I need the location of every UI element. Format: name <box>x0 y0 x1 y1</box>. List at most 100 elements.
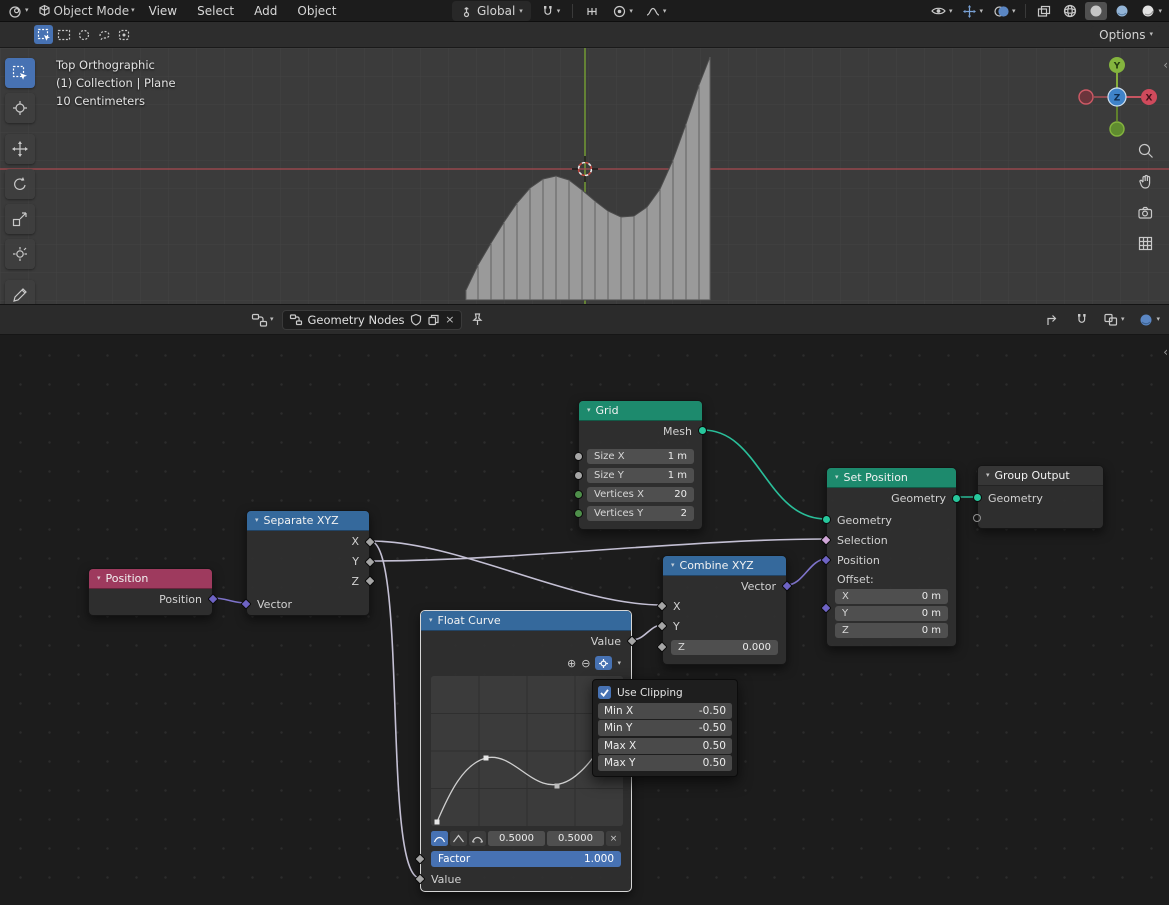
tool-scale[interactable] <box>5 204 35 234</box>
node-editor-canvas[interactable]: ▾ Position Position ▾ Separate XYZ X Y Z… <box>0 335 1169 905</box>
socket-geometry-in[interactable] <box>822 515 831 524</box>
node-grid-header[interactable]: ▾ Grid <box>579 401 702 421</box>
node-combine-header[interactable]: ▾ Combine XYZ <box>663 556 786 576</box>
delete-point-button[interactable]: × <box>606 831 621 846</box>
node-overlays-dropdown[interactable]: ▾ <box>1100 311 1128 328</box>
node-float-curve-header[interactable]: ▾ Float Curve <box>421 611 631 631</box>
handle-vector-button[interactable] <box>450 831 467 846</box>
select-mode-circle[interactable] <box>74 25 93 44</box>
collapse-icon[interactable]: ▾ <box>255 517 259 524</box>
vertices-x-field[interactable]: Vertices X20 <box>587 487 694 502</box>
node-snap-button[interactable] <box>1071 311 1092 328</box>
node-separate-xyz[interactable]: ▾ Separate XYZ X Y Z Vector <box>246 510 370 616</box>
node-set-position[interactable]: ▾ Set Position Geometry Geometry Selecti… <box>826 467 957 647</box>
viewport-3d[interactable]: Y X Z Top Orthographic (1) Collection | … <box>0 48 1169 305</box>
tool-annotate[interactable] <box>5 280 35 305</box>
curve-zoom-out-icon[interactable]: ⊖ <box>581 658 590 669</box>
handle-auto-button[interactable] <box>431 831 448 846</box>
select-mode-lasso[interactable] <box>94 25 113 44</box>
transform-orientation-dropdown[interactable]: Global ▾ <box>452 1 531 21</box>
size-x-field[interactable]: Size X1 m <box>587 449 694 464</box>
overlays-dropdown[interactable]: ▾ <box>990 3 1019 20</box>
falloff-dropdown[interactable]: ▾ <box>642 4 670 19</box>
node-separate-header[interactable]: ▾ Separate XYZ <box>247 511 369 531</box>
z-value-field[interactable]: Z 0.000 <box>671 640 778 655</box>
factor-slider[interactable]: Factor 1.000 <box>431 851 621 867</box>
use-clipping-checkbox[interactable] <box>598 686 611 699</box>
shading-wireframe-button[interactable] <box>1059 2 1081 20</box>
socket-vertices-x-in[interactable] <box>574 490 583 499</box>
size-y-field[interactable]: Size Y1 m <box>587 468 694 483</box>
socket-mesh-out[interactable] <box>698 426 707 435</box>
shading-material-button[interactable] <box>1111 2 1133 20</box>
menu-view[interactable]: View <box>140 2 186 20</box>
min-x-field[interactable]: Min X -0.50 <box>598 703 732 719</box>
tool-move[interactable] <box>5 134 35 164</box>
copy-icon[interactable] <box>427 313 440 326</box>
curve-zoom-in-icon[interactable]: ⊕ <box>567 658 576 669</box>
menu-add[interactable]: Add <box>245 2 286 20</box>
shading-rendered-button[interactable]: ▾ <box>1137 2 1165 20</box>
socket-virtual-in[interactable] <box>973 514 981 522</box>
socket-geometry-in[interactable] <box>973 493 982 502</box>
collapse-icon[interactable]: ▾ <box>587 407 591 414</box>
select-mode-tweak[interactable] <box>34 25 53 44</box>
tool-rotate[interactable] <box>5 169 35 199</box>
tool-transform[interactable] <box>5 239 35 269</box>
vertices-y-field[interactable]: Vertices Y2 <box>587 506 694 521</box>
visibility-dropdown[interactable]: ▾ <box>927 3 956 19</box>
socket-vertices-y-in[interactable] <box>574 509 583 518</box>
menu-object[interactable]: Object <box>288 2 345 20</box>
socket-factor-in[interactable] <box>414 853 425 864</box>
handle-auto-clamped-button[interactable] <box>469 831 486 846</box>
max-y-field[interactable]: Max Y 0.50 <box>598 755 732 771</box>
menu-select[interactable]: Select <box>188 2 243 20</box>
proportional-editing-button[interactable]: ▾ <box>609 3 636 20</box>
curve-options-button[interactable] <box>595 656 612 670</box>
tool-select-box[interactable] <box>5 58 35 88</box>
collapse-icon[interactable]: ▾ <box>429 617 433 624</box>
tool-cursor[interactable] <box>5 93 35 123</box>
pin-button[interactable] <box>467 311 487 328</box>
point-x-field[interactable]: 0.5000 <box>488 831 545 846</box>
editor-type-dropdown[interactable]: ▾ <box>248 311 277 329</box>
socket-size-y-in[interactable] <box>574 471 583 480</box>
socket-size-x-in[interactable] <box>574 452 583 461</box>
node-set-position-header[interactable]: ▾ Set Position <box>827 468 956 488</box>
n-panel-collapse-arrow[interactable]: ‹ <box>1163 345 1168 359</box>
snap-target-button[interactable] <box>582 4 603 19</box>
pan-button[interactable] <box>1134 171 1158 193</box>
snap-toggle-button[interactable]: ▾ <box>537 3 564 20</box>
camera-view-button[interactable] <box>1134 202 1158 224</box>
node-group-output[interactable]: ▾ Group Output Geometry <box>977 465 1104 529</box>
collapse-icon[interactable]: ▾ <box>835 474 839 481</box>
sidebar-collapse-arrow[interactable]: ‹ <box>1163 58 1168 72</box>
shading-solid-button[interactable] <box>1085 2 1107 20</box>
select-mode-extra[interactable] <box>114 25 133 44</box>
node-position-header[interactable]: ▾ Position <box>89 569 212 589</box>
offset-x-field[interactable]: X 0 m <box>835 589 948 604</box>
blender-menu-button[interactable]: ▾ <box>4 2 32 20</box>
offset-y-field[interactable]: Y 0 m <box>835 606 948 621</box>
node-combine-xyz[interactable]: ▾ Combine XYZ Vector X Y Z 0.000 <box>662 555 787 665</box>
node-position[interactable]: ▾ Position Position <box>88 568 213 616</box>
grid-view-button[interactable] <box>1134 233 1158 255</box>
socket-geometry-out[interactable] <box>952 494 961 503</box>
chevron-down-icon[interactable]: ▾ <box>617 660 621 667</box>
fake-user-shield-icon[interactable] <box>410 313 422 326</box>
collapse-icon[interactable]: ▾ <box>97 575 101 582</box>
point-y-field[interactable]: 0.5000 <box>547 831 604 846</box>
gizmos-dropdown[interactable]: ▾ <box>959 3 986 20</box>
max-x-field[interactable]: Max X 0.50 <box>598 738 732 754</box>
go-to-parent-button[interactable] <box>1041 311 1063 328</box>
options-dropdown[interactable]: Options ▾ <box>1091 26 1161 44</box>
select-mode-box[interactable] <box>54 25 73 44</box>
min-y-field[interactable]: Min Y -0.50 <box>598 720 732 736</box>
collapse-icon[interactable]: ▾ <box>986 472 990 479</box>
node-group-output-header[interactable]: ▾ Group Output <box>978 466 1103 486</box>
collapse-icon[interactable]: ▾ <box>671 562 675 569</box>
xray-toggle-button[interactable] <box>1033 3 1055 20</box>
node-tree-name-field[interactable]: Geometry Nodes × <box>282 310 462 330</box>
node-grid[interactable]: ▾ Grid Mesh Size X1 m Size Y1 m Vertices… <box>578 400 703 530</box>
unlink-icon[interactable]: × <box>445 313 454 326</box>
